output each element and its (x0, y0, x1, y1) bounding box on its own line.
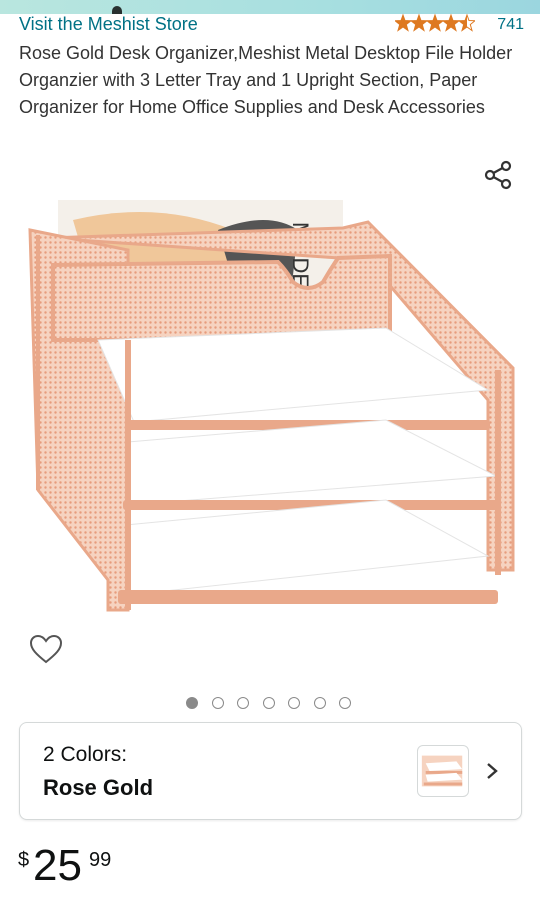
price-whole: 25 (33, 841, 82, 890)
rating-count[interactable]: 741 (497, 16, 524, 34)
gallery-dot[interactable] (339, 697, 351, 709)
heart-icon[interactable] (28, 632, 64, 668)
letter-trays (97, 327, 498, 604)
gallery-dot[interactable] (262, 697, 275, 709)
variant-count-label: 2 Colors: (43, 743, 128, 766)
gallery-dot[interactable] (237, 697, 249, 709)
price-currency: $ (18, 849, 30, 871)
gallery-dot[interactable] (288, 697, 300, 709)
gallery-dot[interactable] (211, 697, 224, 709)
gallery-dot[interactable] (313, 697, 326, 709)
rating-stars-icon[interactable] (395, 13, 475, 33)
product-title: Rose Gold Desk Organizer,Meshist Metal D… (19, 43, 513, 117)
visit-store-link[interactable]: Visit the Meshist Store (19, 14, 198, 35)
color-variant-selector[interactable]: 2 Colors: Rose Gold (19, 722, 522, 820)
gallery-pagination (186, 697, 351, 711)
gallery-dot[interactable] (186, 697, 198, 709)
share-icon[interactable] (482, 158, 516, 192)
price-fraction: 99 (89, 849, 112, 871)
chevron-right-icon[interactable] (483, 759, 501, 783)
color-swatch-thumbnail[interactable] (417, 745, 469, 797)
product-image[interactable]: MODELA (18, 190, 523, 630)
selected-color: Rose Gold (43, 775, 154, 800)
store-rating-row: Visit the Meshist Store 741 (19, 12, 524, 36)
